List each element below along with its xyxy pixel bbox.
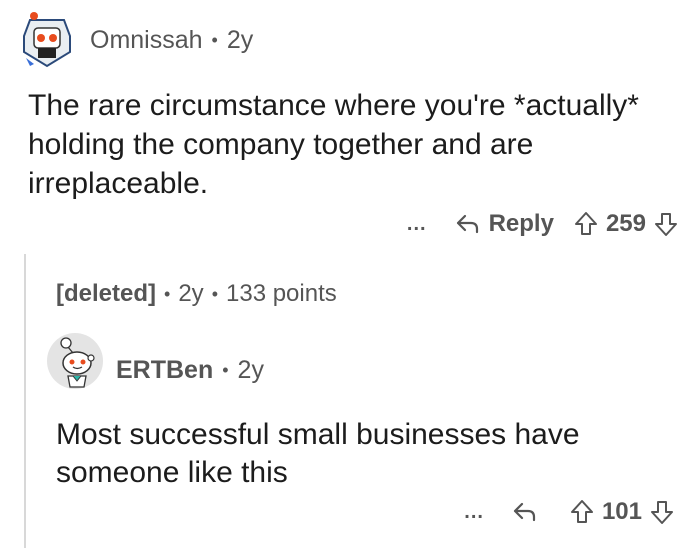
reply-icon (513, 502, 536, 522)
comment-body: Most successful small businesses have so… (56, 418, 580, 489)
meta-separator: • (222, 360, 229, 380)
upvote-icon[interactable] (570, 499, 594, 525)
snoo-avatar-icon[interactable] (46, 332, 104, 390)
comment-ertben: ERTBen • 2y Most successful small busine… (0, 0, 700, 548)
comment-author[interactable]: ERTBen (116, 356, 213, 385)
comment-age: 2y (237, 356, 264, 384)
comment-actions: ... 101 (464, 498, 674, 526)
comment-meta: ERTBen • 2y (116, 356, 264, 385)
reply-button[interactable] (512, 501, 546, 523)
vote-score: 101 (601, 498, 642, 525)
more-options-button[interactable]: ... (464, 501, 484, 524)
downvote-icon[interactable] (650, 499, 674, 525)
